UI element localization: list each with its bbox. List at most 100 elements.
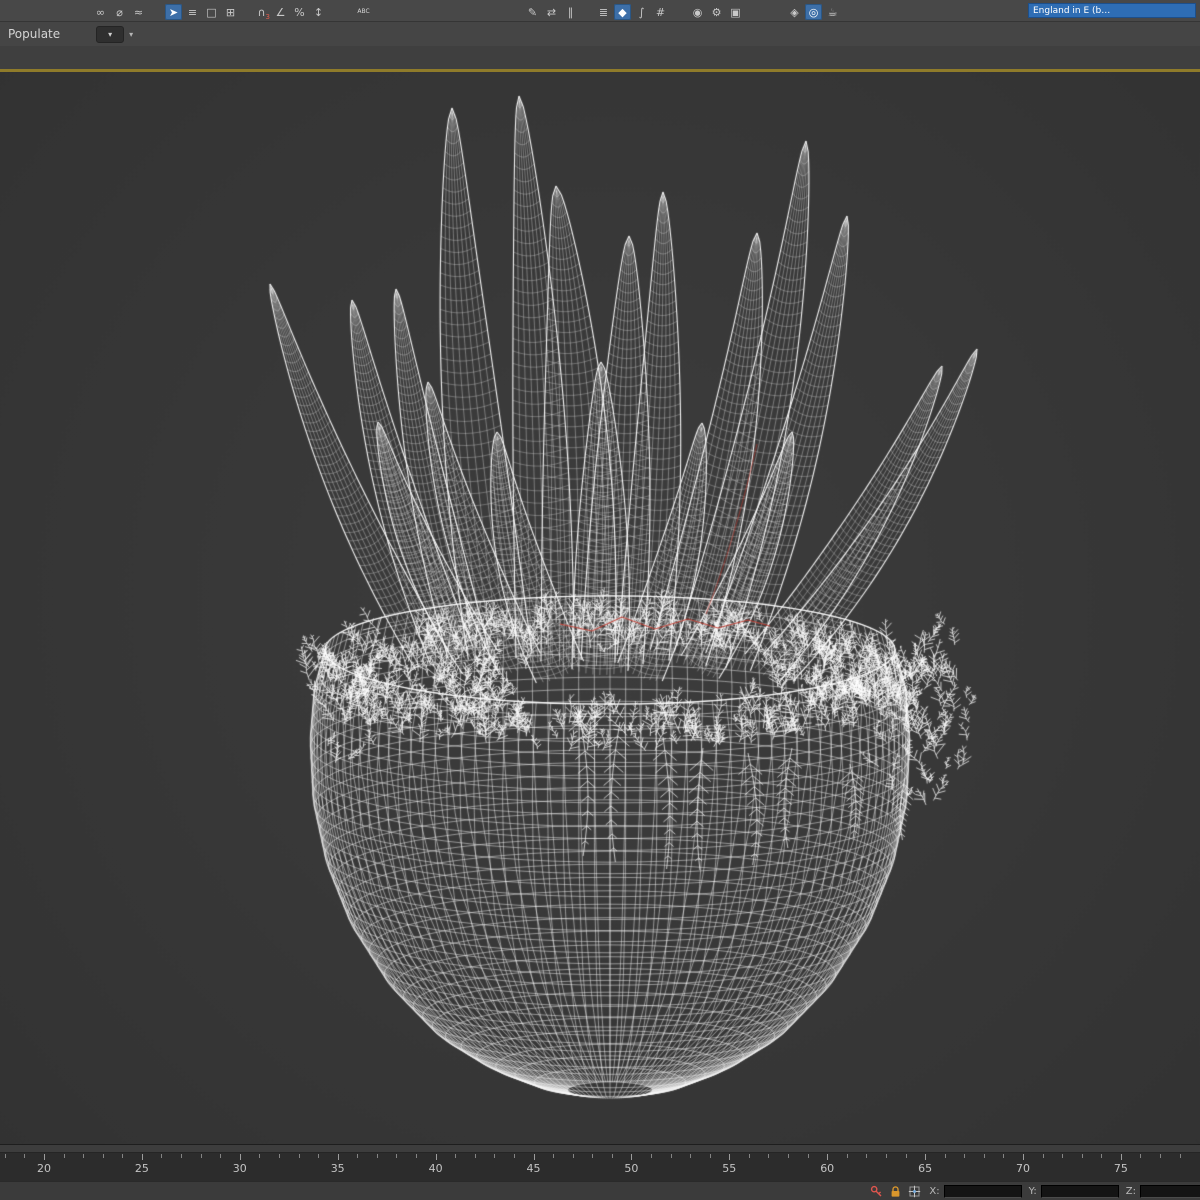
timeline-tick — [161, 1154, 163, 1158]
timeline-tick — [474, 1154, 476, 1158]
timeline-tick — [24, 1154, 26, 1158]
timeline-tick — [925, 1154, 927, 1160]
timeline-ruler[interactable]: 20 25 30 35 40 45 50 55 60 65 70 75 — [0, 1144, 1200, 1181]
unlink-selection-icon[interactable]: ⌀ — [111, 4, 128, 20]
coord-x-input[interactable] — [943, 1184, 1022, 1198]
timeline-tick — [357, 1154, 359, 1158]
timeline-tick — [983, 1154, 985, 1158]
timeline-tick — [944, 1154, 946, 1158]
material-editor-icon[interactable]: ◉ — [689, 4, 706, 20]
tab-populate[interactable]: Populate — [8, 27, 60, 41]
timeline-tick — [709, 1154, 711, 1158]
select-object-icon[interactable]: ➤ — [165, 4, 182, 20]
main-toolbar-icons: ∞ ⌀ ≈ ➤ ≡ □ ⊞ ∩ 3 ∠% ↕ ABC ✎ ⇄ ∥ ≣ ◆ ∫ # ◉ ⚙ ▣ ◈ ◎ ☕ — [92, 4, 841, 21]
timeline-tick — [1120, 1154, 1122, 1160]
angle-snap-icon[interactable]: ∠ — [272, 4, 289, 20]
timeline-tick — [455, 1154, 457, 1158]
diamond-icon[interactable]: ◈ — [786, 4, 803, 20]
timeline-tick — [553, 1154, 555, 1158]
rendered-frame-icon[interactable]: ▣ — [727, 4, 744, 20]
selection-region-icon[interactable]: □ — [203, 4, 220, 20]
timeline-tick — [670, 1154, 672, 1158]
timeline-tick — [807, 1154, 809, 1158]
named-selection-field[interactable]: England in E (b… — [1028, 3, 1196, 18]
render-production-icon[interactable]: ☕ — [824, 4, 841, 20]
timeline-tick — [1042, 1154, 1044, 1158]
window-crossing-icon[interactable]: ⊞ — [222, 4, 239, 20]
toolbar-gap — [671, 19, 687, 20]
timeline-tick — [44, 1154, 45, 1160]
statusbar-right: X: Y: Z: — [869, 1184, 1200, 1198]
toolbar-gap — [746, 19, 784, 20]
timeline-tick — [1023, 1154, 1024, 1160]
graphite-ribbon-icon[interactable]: ◆ — [614, 4, 631, 20]
chevron-down-icon[interactable]: ▾ — [129, 30, 133, 39]
timeline-tick — [846, 1154, 848, 1158]
curve-editor-icon[interactable]: ∫ — [633, 4, 650, 20]
set-key-icon[interactable] — [869, 1184, 883, 1198]
align-icon[interactable]: ∥ — [562, 4, 579, 20]
timeline-tick — [748, 1154, 750, 1158]
timeline-tick — [768, 1154, 770, 1158]
timeline-tick — [220, 1154, 222, 1158]
timeline-tick — [337, 1154, 339, 1160]
lock-selection-icon[interactable] — [888, 1184, 902, 1198]
timeline-tick — [690, 1154, 692, 1158]
timeline-label: 45 — [526, 1162, 541, 1175]
viewport-canvas[interactable] — [0, 72, 1200, 1144]
timeline-tick — [513, 1154, 515, 1158]
timeline-tick — [435, 1154, 437, 1160]
select-and-link-icon[interactable]: ∞ — [92, 4, 109, 20]
abc-icon[interactable]: ABC — [355, 4, 372, 20]
timeline-tick — [1003, 1154, 1005, 1158]
coord-x-label: X: — [929, 1185, 940, 1197]
main-toolbar: ∞ ⌀ ≈ ➤ ≡ □ ⊞ ∩ 3 ∠% ↕ ABC ✎ ⇄ ∥ ≣ ◆ ∫ # ◉ ⚙ ▣ ◈ ◎ ☕ England in … — [0, 0, 1200, 22]
timeline-tick — [239, 1154, 241, 1160]
timeline-tick — [181, 1154, 183, 1158]
timeline-tick — [83, 1154, 85, 1158]
transform-gizmo-icon[interactable] — [907, 1184, 921, 1198]
timeline-label: 25 — [134, 1162, 149, 1175]
timeline-tick — [416, 1154, 418, 1158]
percent-snap-icon[interactable]: % — [291, 4, 308, 20]
timeline-tick — [1101, 1154, 1103, 1158]
timeline-label: 35 — [330, 1162, 345, 1175]
timeline-tick — [788, 1154, 790, 1158]
timeline-tick — [611, 1154, 613, 1158]
status-bar: X: Y: Z: — [0, 1181, 1200, 1200]
statusbar-fields: X: Y: Z: — [926, 1184, 1200, 1198]
coord-z-label: Z: — [1125, 1185, 1136, 1197]
timeline-label: 75 — [1113, 1162, 1128, 1175]
timeline-tick — [964, 1154, 966, 1158]
timeline-tick — [396, 1154, 398, 1158]
timeline-tick — [278, 1154, 280, 1158]
bind-to-space-warp-icon[interactable]: ≈ — [130, 4, 147, 20]
coord-y-input[interactable] — [1040, 1184, 1119, 1198]
timeline-tick — [1140, 1154, 1142, 1158]
render-setup-icon[interactable]: ⚙ — [708, 4, 725, 20]
timeline-tick — [729, 1154, 731, 1160]
timeline-tick — [259, 1154, 261, 1158]
render-iterative-icon[interactable]: ◎ — [805, 4, 822, 20]
viewport[interactable] — [0, 72, 1200, 1144]
timeline-tick — [533, 1154, 535, 1160]
ribbon-collapse-button[interactable]: ▾ — [96, 25, 125, 43]
layer-manager-icon[interactable]: ≣ — [595, 4, 612, 20]
timeline-tick — [122, 1154, 124, 1158]
timeline-tick — [1081, 1154, 1083, 1158]
timeline-tick — [592, 1154, 594, 1158]
timeline-tick — [4, 1154, 6, 1158]
edit-named-selection-sets-icon[interactable]: ✎ — [524, 4, 541, 20]
coord-z-input[interactable] — [1140, 1184, 1200, 1198]
snap-badge: 3 — [265, 13, 270, 21]
coord-y-label: Y: — [1028, 1185, 1037, 1197]
timeline-tick — [63, 1154, 65, 1158]
timeline-tick — [494, 1154, 496, 1158]
schematic-view-icon[interactable]: # — [652, 4, 669, 20]
snaps-toggle-icon[interactable]: ∩ 3 — [253, 4, 270, 21]
select-by-name-icon[interactable]: ≡ — [184, 4, 201, 20]
spinner-snap-icon[interactable]: ↕ — [310, 4, 327, 20]
timeline-label: 70 — [1016, 1162, 1030, 1175]
timeline-label: 20 — [37, 1162, 51, 1175]
mirror-icon[interactable]: ⇄ — [543, 4, 560, 20]
